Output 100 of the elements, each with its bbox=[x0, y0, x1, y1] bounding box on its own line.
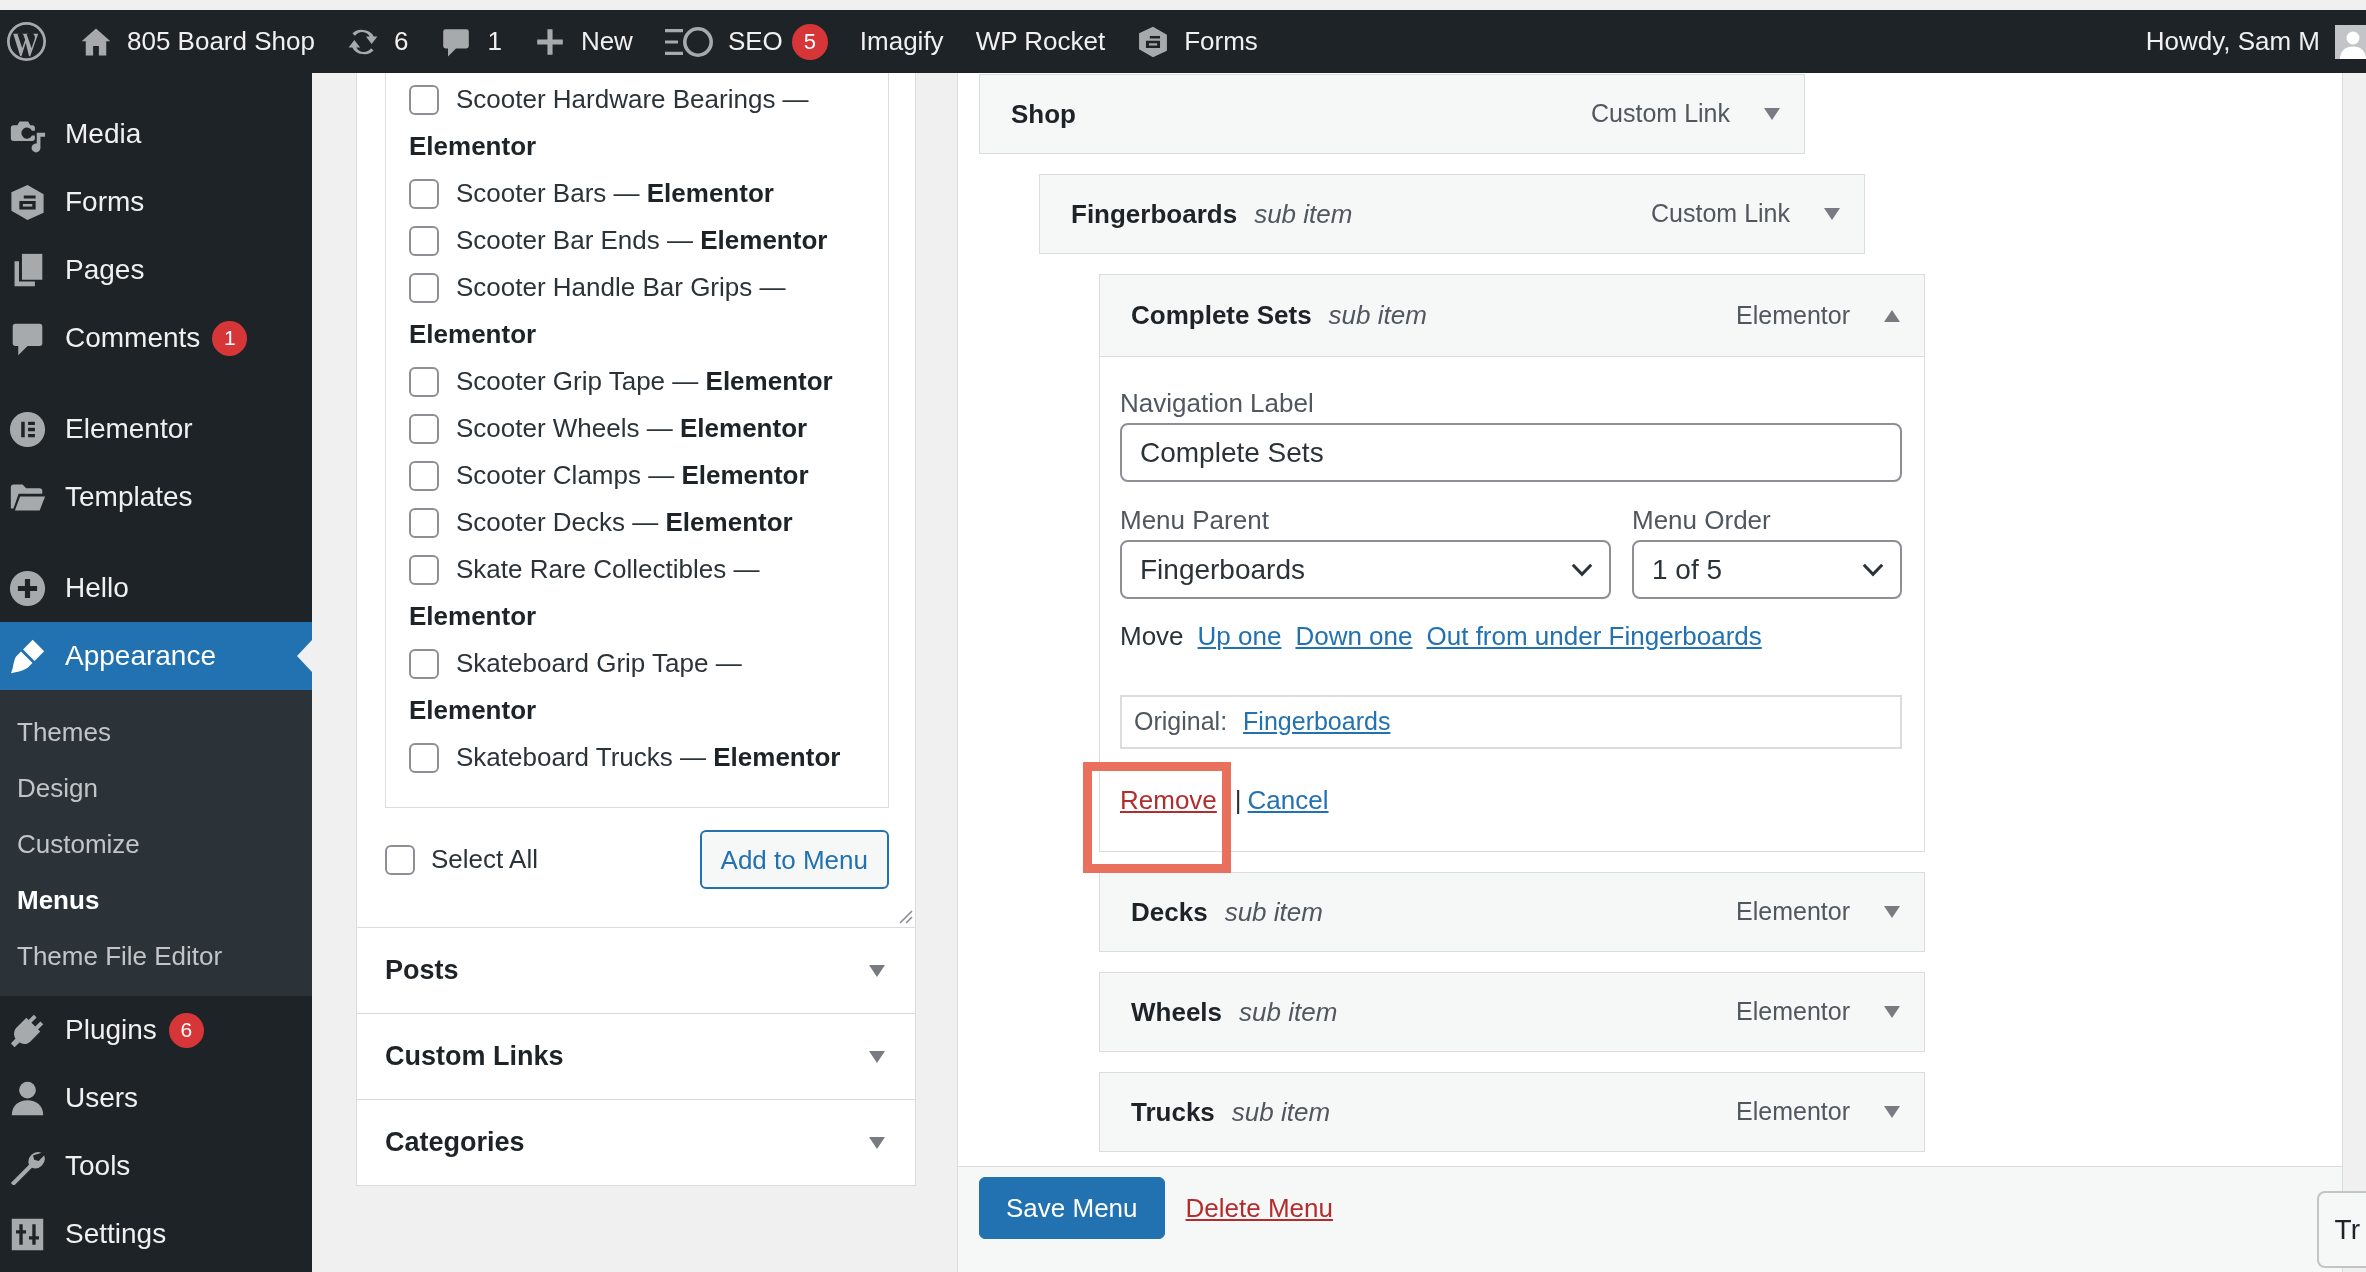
page-source-label: Elementor bbox=[409, 601, 537, 631]
page-option-label: Scooter Wheels — bbox=[456, 413, 673, 443]
checkbox[interactable] bbox=[409, 414, 439, 444]
item-level-label: sub item bbox=[1224, 895, 1323, 929]
checkbox[interactable] bbox=[385, 844, 415, 875]
sidebar-menu-item[interactable]: Hello bbox=[0, 554, 312, 622]
sidebar-menu-item[interactable]: Comments 1 bbox=[0, 304, 312, 372]
original-label: Original: bbox=[1134, 706, 1228, 738]
forms-link[interactable]: Forms bbox=[1121, 10, 1274, 73]
move-link[interactable]: Out from under Fingerboards bbox=[1426, 621, 1762, 651]
updates-link[interactable]: 6 bbox=[330, 10, 425, 73]
page-source-label: Elementor bbox=[409, 695, 537, 725]
submenu-item[interactable]: Design bbox=[0, 760, 312, 816]
item-level-label: sub item bbox=[1231, 1095, 1331, 1129]
sidebar-menu-item[interactable]: Templates bbox=[0, 463, 312, 531]
submenu-item[interactable]: Menus bbox=[0, 872, 312, 928]
cancel-link[interactable]: Cancel bbox=[1247, 785, 1329, 815]
sidebar-menu-item[interactable]: Forms bbox=[0, 168, 312, 236]
site-link[interactable]: 805 Board Shop bbox=[64, 10, 331, 73]
field-label: Menu Order bbox=[1632, 505, 1772, 535]
sidebar-menu-item[interactable]: Media bbox=[0, 100, 312, 168]
comments-link[interactable]: 1 bbox=[424, 10, 518, 73]
page-option-label: Scooter Bars — bbox=[456, 178, 640, 208]
sidebar-menu-item[interactable]: Settings bbox=[0, 1200, 312, 1268]
checkbox[interactable] bbox=[409, 85, 439, 115]
move-link[interactable]: Up one bbox=[1197, 621, 1282, 651]
caret-down-icon[interactable] bbox=[1884, 1106, 1900, 1118]
page-source-label: Elementor bbox=[705, 366, 833, 396]
sidebar-menu-item[interactable]: Users bbox=[0, 1064, 312, 1132]
floating-button[interactable]: Tr bbox=[2316, 1191, 2366, 1268]
move-label: Move bbox=[1120, 621, 1184, 651]
caret-down-icon[interactable] bbox=[1884, 1006, 1900, 1018]
checkbox[interactable] bbox=[409, 743, 439, 773]
page-option-label: Scooter Clamps — bbox=[456, 460, 675, 490]
toolbar-link[interactable]: Imagify bbox=[843, 10, 960, 73]
move-link[interactable]: Down one bbox=[1295, 621, 1413, 651]
checkbox[interactable] bbox=[409, 508, 439, 538]
page-source-label: Elementor bbox=[680, 413, 808, 443]
page-option-label: Scooter Hardware Bearings — bbox=[456, 84, 809, 114]
menu-order-select[interactable]: 1 of 5 bbox=[1632, 540, 1902, 599]
sidebar-menu-item[interactable]: Plugins 6 bbox=[0, 996, 312, 1064]
menu-item-title: Trucks bbox=[1131, 1095, 1215, 1129]
caret-down-icon bbox=[869, 964, 885, 977]
seo-link[interactable]: SEO 5 bbox=[648, 10, 844, 73]
sidebar-menu-item[interactable]: Pages bbox=[0, 236, 312, 304]
navigation-label-input[interactable]: Complete Sets bbox=[1120, 423, 1902, 482]
user-greeting-link[interactable]: Howdy, Sam M bbox=[2145, 22, 2320, 61]
delete-menu-link[interactable]: Delete Menu bbox=[1185, 1188, 1333, 1228]
new-link[interactable]: New bbox=[517, 10, 649, 73]
field-label: Menu Parent bbox=[1120, 505, 1270, 535]
caret-up-icon[interactable] bbox=[1884, 309, 1900, 322]
checkbox[interactable] bbox=[409, 273, 439, 303]
page-option-label: Scooter Bar Ends — bbox=[456, 225, 693, 255]
sidebar-menu-item[interactable]: Appearance bbox=[0, 622, 312, 690]
checkbox[interactable] bbox=[409, 555, 439, 585]
page-option-label: Skate Rare Collectibles — bbox=[456, 554, 760, 584]
submenu-item[interactable]: Theme File Editor bbox=[0, 928, 312, 984]
page-source-label: Elementor bbox=[713, 742, 841, 772]
resize-grip-icon[interactable] bbox=[899, 910, 913, 924]
item-level-label: sub item bbox=[1239, 995, 1338, 1029]
page-source-label: Elementor bbox=[665, 507, 793, 537]
sidebar-menu-item[interactable]: Tools bbox=[0, 1132, 312, 1200]
menu-parent-select[interactable]: Fingerboards bbox=[1120, 540, 1611, 599]
page-option-label: Scooter Handle Bar Grips — bbox=[456, 272, 786, 302]
remove-link[interactable]: Remove bbox=[1120, 785, 1217, 815]
accordion-header[interactable]: Custom Links bbox=[357, 1013, 915, 1099]
chevron-down-icon bbox=[1862, 562, 1884, 577]
accordion-header[interactable]: Categories bbox=[357, 1099, 915, 1185]
logo-icon[interactable] bbox=[7, 22, 46, 61]
checkbox[interactable] bbox=[409, 461, 439, 491]
paintbrush-icon bbox=[9, 637, 46, 675]
hexagon-icon bbox=[9, 183, 46, 221]
item-level-label: sub item bbox=[1254, 197, 1353, 231]
caret-down-icon[interactable] bbox=[1884, 906, 1900, 918]
submenu-item[interactable]: Themes bbox=[0, 704, 312, 760]
checkbox[interactable] bbox=[409, 179, 439, 209]
count-badge: 5 bbox=[791, 23, 828, 60]
caret-down-icon[interactable] bbox=[1764, 108, 1780, 120]
checkbox[interactable] bbox=[409, 367, 439, 397]
checkbox[interactable] bbox=[409, 649, 439, 679]
page-option-label: Scooter Grip Tape — bbox=[456, 366, 699, 396]
caret-down-icon[interactable] bbox=[1824, 208, 1840, 220]
circle-bars-icon bbox=[9, 410, 46, 448]
add-to-menu-button[interactable]: Add to Menu bbox=[699, 830, 889, 889]
item-level-label: sub item bbox=[1328, 299, 1427, 332]
sidebar-menu-item[interactable]: Elementor bbox=[0, 395, 312, 463]
separator-text: | bbox=[1234, 785, 1242, 815]
submenu-item[interactable]: Customize bbox=[0, 816, 312, 872]
page-source-label: Elementor bbox=[700, 225, 828, 255]
page-option-label: Scooter Decks — bbox=[456, 507, 659, 537]
menu-item-title: Shop bbox=[1011, 97, 1076, 131]
save-menu-button[interactable]: Save Menu bbox=[979, 1177, 1165, 1239]
item-type-label: Elementor bbox=[1736, 896, 1850, 928]
avatar-icon[interactable] bbox=[2335, 24, 2366, 59]
original-link[interactable]: Fingerboards bbox=[1243, 703, 1391, 741]
page-source-label: Elementor bbox=[409, 319, 537, 349]
checkbox[interactable] bbox=[409, 226, 439, 256]
item-type-label: Elementor bbox=[1736, 1096, 1850, 1128]
accordion-header[interactable]: Posts bbox=[357, 927, 915, 1013]
toolbar-link[interactable]: WP Rocket bbox=[959, 10, 1122, 73]
